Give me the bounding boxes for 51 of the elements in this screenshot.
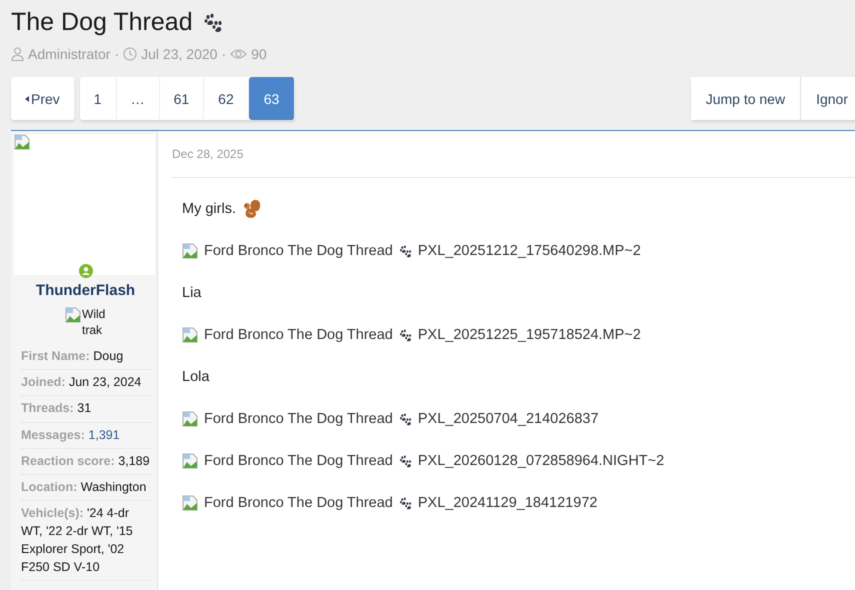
broken-image-icon — [182, 327, 198, 343]
image-filename: PXL_20250704_214026837 — [418, 411, 599, 427]
user-stat: Joined: Jun 23, 2024 — [21, 370, 151, 396]
paw-icon — [398, 328, 412, 342]
post-text: Lia — [182, 285, 202, 301]
user-stat: Vehicle(s): '24 4-dr WT, '22 2-dr WT, '15 Explorer Sport, '02 F250 SD V-10 — [21, 500, 151, 582]
clock-icon — [123, 47, 138, 61]
broken-image-icon — [182, 243, 198, 259]
banner-alt-text: Wildtrak — [82, 307, 106, 338]
broken-image-icon — [182, 453, 198, 469]
image-caption: Ford Bronco The Dog Thread — [204, 243, 393, 259]
user-stat: Messages: 1,391 — [21, 422, 151, 449]
paw-icon — [398, 412, 412, 426]
broken-image-icon — [182, 411, 198, 427]
image-filename: PXL_20251225_195718524.MP~2 — [418, 327, 641, 343]
image-filename: PXL_20241129_184121972 — [418, 495, 598, 511]
user-stat: Reaction score: 3,189 — [21, 448, 151, 475]
image-caption: Ford Bronco The Dog Thread — [204, 411, 393, 427]
prev-button[interactable]: Prev — [11, 77, 75, 120]
paw-icon — [398, 244, 412, 258]
paw-icon — [398, 454, 412, 468]
action-button[interactable]: Ignor — [801, 77, 855, 120]
user-stat: Location: Washington — [21, 474, 151, 501]
image-caption: Ford Bronco The Dog Thread — [204, 495, 393, 511]
broken-image-icon — [65, 307, 81, 323]
image-caption: Ford Bronco The Dog Thread — [204, 327, 393, 343]
caret-icon — [25, 96, 29, 102]
eye-icon — [230, 48, 248, 60]
separator-dot: · — [114, 46, 120, 62]
page-button[interactable]: 62 — [204, 77, 249, 120]
user-stat: First Name: Doug — [21, 344, 151, 370]
post-text: Lola — [182, 369, 210, 385]
page-button[interactable]: 63 — [248, 77, 296, 120]
paw-icon — [202, 12, 223, 32]
paw-icon — [398, 496, 412, 510]
broken-image-icon — [182, 495, 198, 511]
page-button[interactable]: … — [116, 77, 160, 120]
separator-dot: · — [221, 46, 226, 62]
post-text: My girls. — [182, 201, 236, 217]
thread-date: Jul 23, 2020 — [141, 46, 218, 62]
thread-title: The Dog Thread — [11, 8, 193, 37]
image-filename: PXL_20260128_072858964.NIGHT~2 — [418, 453, 664, 469]
page-button[interactable]: 61 — [160, 77, 204, 120]
image-caption: Ford Bronco The Dog Thread — [204, 453, 393, 469]
view-count: 90 — [251, 46, 267, 62]
action-button[interactable]: Jump to new — [690, 77, 802, 120]
page-button[interactable]: 1 — [80, 77, 117, 120]
user-icon — [11, 47, 24, 61]
image-filename: PXL_20251212_175640298.MP~2 — [418, 243, 641, 259]
user-stat: Threads: 31 — [21, 396, 151, 423]
username[interactable]: ThunderFlash — [14, 282, 157, 299]
